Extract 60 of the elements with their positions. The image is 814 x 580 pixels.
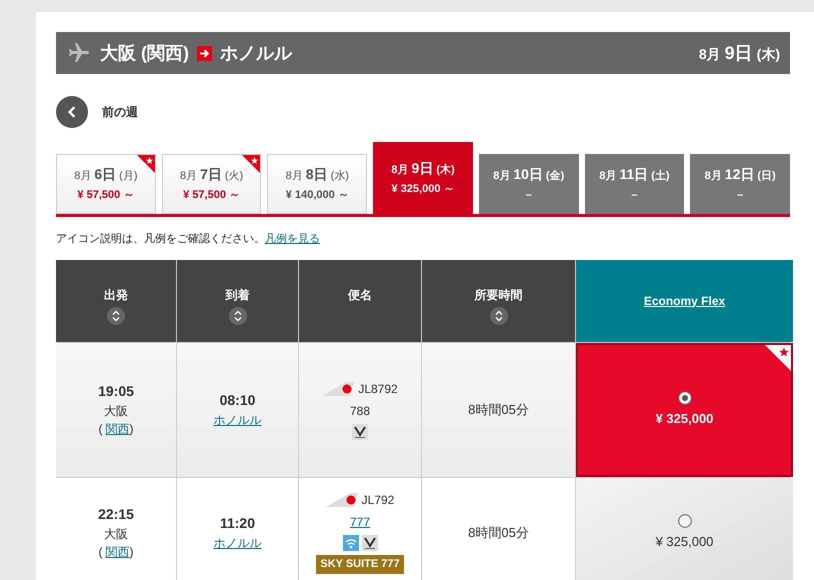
entertainment-logo-icon bbox=[352, 424, 368, 440]
entertainment-logo-icon bbox=[362, 535, 378, 552]
paren-text: ) bbox=[130, 421, 134, 438]
departure-time: 19:05 bbox=[98, 382, 134, 401]
origin-city: 大阪 (関西) bbox=[100, 42, 189, 65]
flight-number: JL8792 bbox=[358, 380, 398, 398]
column-label: 所要時間 bbox=[474, 287, 522, 304]
fare-price: ¥ 325,000 bbox=[656, 410, 714, 428]
sort-icon[interactable] bbox=[228, 307, 246, 325]
airplane-icon bbox=[66, 41, 92, 65]
arrival-time: 08:10 bbox=[220, 391, 256, 410]
paren-text: ( bbox=[98, 421, 102, 438]
departure-time: 22:15 bbox=[98, 505, 134, 524]
column-label: 到着 bbox=[226, 287, 250, 304]
arrival-city-link[interactable]: ホノルル bbox=[214, 534, 262, 552]
fare-class-link[interactable]: Economy Flex bbox=[644, 292, 726, 310]
tail-logo-icon bbox=[322, 382, 356, 396]
date-tab[interactable]: 8月 11日 (土) – bbox=[584, 154, 684, 214]
flight-number: JL792 bbox=[362, 492, 394, 510]
arrival-city-link[interactable]: ホノルル bbox=[214, 411, 262, 429]
seat-badge: SKY SUITE 777 bbox=[316, 555, 404, 574]
sort-icon[interactable] bbox=[107, 307, 125, 325]
date-tab[interactable]: 8月 6日 (月) ¥ 57,500 ～ bbox=[56, 154, 156, 214]
radio-button[interactable] bbox=[678, 390, 692, 405]
chevron-left-icon bbox=[66, 106, 78, 118]
airport-link[interactable]: 関西 bbox=[106, 543, 130, 561]
fare-cell[interactable]: ¥ 325,000 bbox=[576, 342, 793, 476]
previous-week-button[interactable] bbox=[56, 96, 88, 128]
fare-price: ¥ 325,000 bbox=[656, 532, 714, 551]
radio-button[interactable] bbox=[678, 514, 692, 528]
arrow-icon bbox=[197, 46, 212, 60]
paren-text: ( bbox=[98, 544, 102, 561]
legend-note: アイコン説明は、凡例をご確認ください。 bbox=[56, 233, 265, 245]
paren-text: ) bbox=[130, 544, 134, 561]
date-tab[interactable]: 8月 8日 (水) ¥ 140,000 ～ bbox=[267, 154, 368, 214]
legend-link[interactable]: 凡例を見る bbox=[265, 233, 320, 245]
sort-icon[interactable] bbox=[490, 307, 508, 325]
arrival-time: 11:20 bbox=[220, 514, 256, 533]
tail-logo-icon bbox=[326, 493, 360, 508]
wifi-icon bbox=[342, 535, 358, 552]
column-label: 便名 bbox=[348, 287, 372, 304]
header-day: 9日 bbox=[724, 40, 753, 66]
fare-cell[interactable]: ¥ 325,000 bbox=[576, 478, 793, 580]
destination-city: ホノルル bbox=[220, 42, 292, 64]
date-tab[interactable]: 8月 10日 (金) – bbox=[478, 154, 579, 214]
header-month: 8月 bbox=[698, 44, 721, 64]
header-weekday: (木) bbox=[756, 44, 780, 64]
aircraft-type: 788 bbox=[350, 402, 370, 420]
date-tab[interactable]: 8月 7日 (火) ¥ 57,500 ～ bbox=[162, 154, 262, 214]
date-tab[interactable]: 8月 12日 (日) – bbox=[690, 154, 790, 214]
airport-link[interactable]: 関西 bbox=[106, 420, 130, 438]
flight-duration: 8時間05分 bbox=[468, 524, 529, 542]
star-corner-icon bbox=[765, 344, 791, 370]
departure-city: 大阪 bbox=[104, 526, 128, 543]
column-label: 出発 bbox=[104, 287, 128, 304]
departure-city: 大阪 bbox=[104, 403, 128, 420]
date-tab[interactable]: 8月 9日 (木) ¥ 325,000 ～ bbox=[373, 142, 473, 214]
flight-duration: 8時間05分 bbox=[468, 400, 529, 419]
previous-week-label: 前の週 bbox=[102, 104, 138, 121]
aircraft-link[interactable]: 777 bbox=[350, 513, 370, 532]
